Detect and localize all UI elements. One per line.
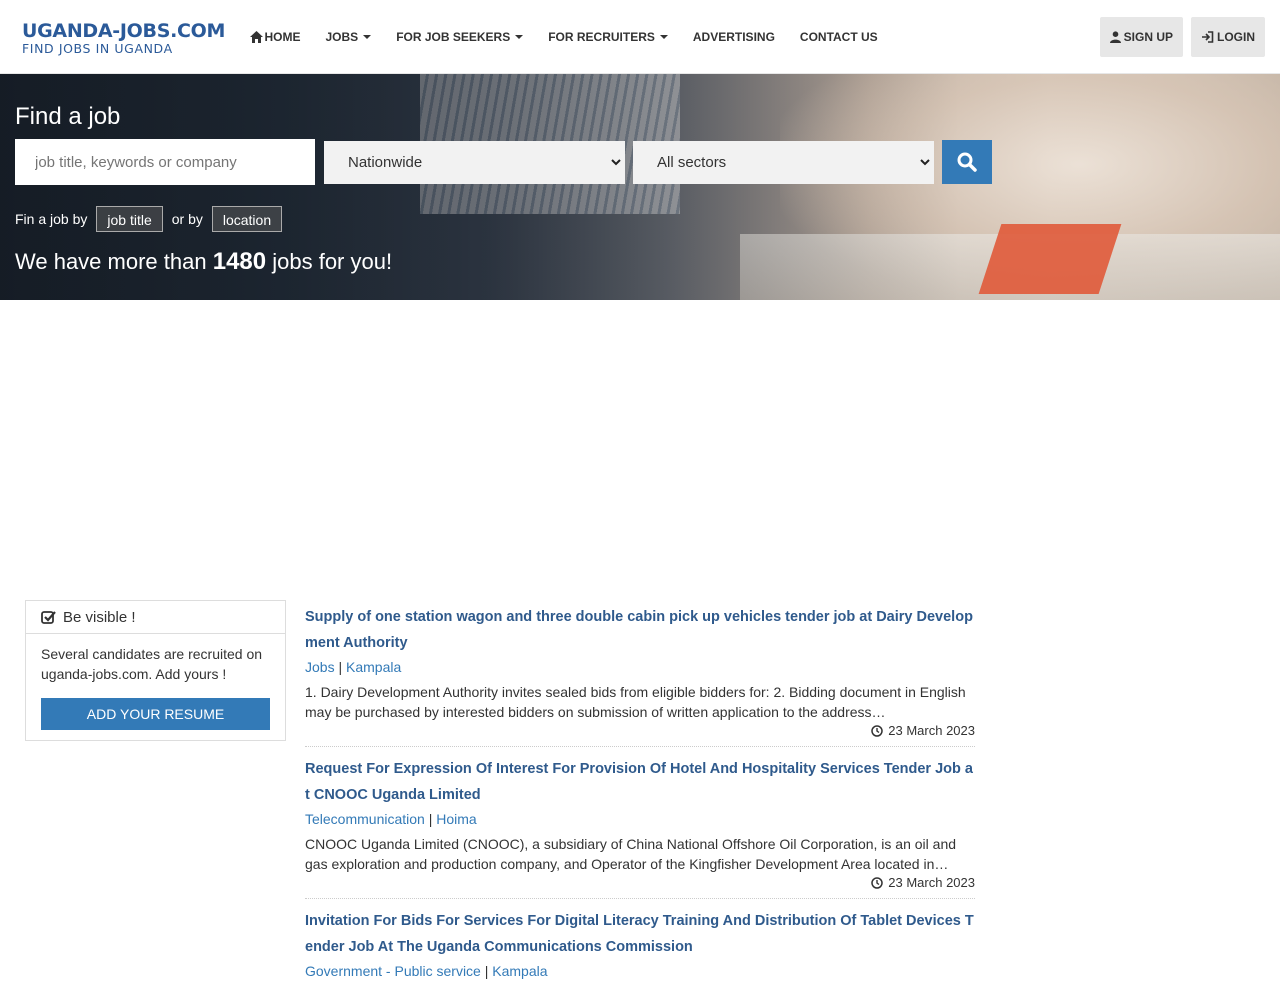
clock-icon xyxy=(871,725,884,737)
nav-recruiters[interactable]: FOR RECRUITERS xyxy=(536,30,681,44)
nav-contact[interactable]: CONTACT US xyxy=(787,30,890,44)
signup-label: SIGN UP xyxy=(1123,30,1173,44)
chevron-down-icon xyxy=(920,159,930,166)
location-select-value: Nationwide xyxy=(348,154,423,171)
list-item: Invitation For Bids For Services For Dig… xyxy=(305,908,975,987)
checkbox-checked-icon xyxy=(41,610,56,624)
panel-header: Be visible ! xyxy=(26,601,285,634)
logo-main-text: UGANDA-JOBS.COM xyxy=(22,20,226,42)
job-date: 23 March 2023 xyxy=(305,874,975,892)
nav-contact-label: CONTACT US xyxy=(799,29,878,44)
job-description: 1. Dairy Development Authority invites s… xyxy=(305,684,966,720)
chevron-down-icon xyxy=(611,159,621,166)
be-visible-panel: Be visible ! Several candidates are recr… xyxy=(25,600,286,741)
job-count-value: 1480 xyxy=(212,248,267,275)
job-meta: Government - Public service | Kampala xyxy=(305,963,548,979)
signup-button[interactable]: SIGN UP xyxy=(1099,17,1183,57)
user-icon xyxy=(1109,31,1121,43)
job-location-link[interactable]: Hoima xyxy=(436,811,476,827)
nav-advertising-label: ADVERTISING xyxy=(692,29,775,44)
nav-jobs-label: JOBS xyxy=(325,29,359,44)
job-title-link[interactable]: Request For Expression Of Interest For P… xyxy=(305,756,975,808)
auth-buttons: SIGN UP LOGIN xyxy=(1099,17,1265,57)
find-by-location-button[interactable]: location xyxy=(211,206,283,232)
list-item: Request For Expression Of Interest For P… xyxy=(305,756,975,899)
nav-job-seekers-label: FOR JOB SEEKERS xyxy=(396,29,511,44)
sector-select[interactable]: All sectors xyxy=(633,141,934,184)
job-count-line: We have more than 1480 jobs for you! xyxy=(15,248,392,276)
login-label: LOGIN xyxy=(1217,30,1255,44)
find-by-or: or by xyxy=(171,211,203,227)
site-header: UGANDA-JOBS.COM FIND JOBS IN UGANDA HOME… xyxy=(0,0,1280,74)
job-category-link[interactable]: Government - Public service xyxy=(305,963,481,979)
caret-down-icon xyxy=(363,34,372,39)
nav-jobs[interactable]: JOBS xyxy=(313,30,384,44)
panel-text: Several candidates are recruited on ugan… xyxy=(41,646,263,682)
main-nav: HOME JOBS FOR JOB SEEKERS FOR RECRUITERS… xyxy=(237,0,890,73)
search-icon xyxy=(957,152,977,172)
panel-title: Be visible ! xyxy=(63,608,136,626)
login-icon xyxy=(1202,31,1214,43)
job-search-input[interactable] xyxy=(15,139,315,185)
location-select[interactable]: Nationwide xyxy=(324,141,625,184)
logo-tagline: FIND JOBS IN UGANDA xyxy=(22,41,173,56)
hero-banner: Find a job Nationwide All sectors Fin a … xyxy=(0,74,1280,300)
home-icon xyxy=(249,30,263,43)
job-date-text: 23 March 2023 xyxy=(888,875,975,890)
find-by-title-button[interactable]: job title xyxy=(96,206,163,232)
job-count-prefix: We have more than xyxy=(15,249,207,274)
job-category-link[interactable]: Telecommunication xyxy=(305,811,425,827)
job-location-link[interactable]: Kampala xyxy=(346,659,401,675)
job-list: Supply of one station wagon and three do… xyxy=(305,604,975,996)
find-by-prefix: Fin a job by xyxy=(15,211,88,227)
caret-down-icon xyxy=(659,34,668,39)
nav-home-label: HOME xyxy=(264,29,301,44)
list-item: Supply of one station wagon and three do… xyxy=(305,604,975,747)
site-logo[interactable]: UGANDA-JOBS.COM FIND JOBS IN UGANDA xyxy=(22,20,225,56)
job-location-link[interactable]: Kampala xyxy=(492,963,547,979)
sector-select-value: All sectors xyxy=(657,154,727,171)
find-by-row: Fin a job by job title or by location xyxy=(15,206,283,232)
job-meta: Jobs | Kampala xyxy=(305,659,402,675)
job-category-link[interactable]: Jobs xyxy=(305,659,335,675)
nav-job-seekers[interactable]: FOR JOB SEEKERS xyxy=(384,30,536,44)
nav-home[interactable]: HOME xyxy=(237,30,313,44)
search-button[interactable] xyxy=(942,140,992,184)
hero-title: Find a job xyxy=(15,103,121,130)
clock-icon xyxy=(871,877,884,889)
nav-recruiters-label: FOR RECRUITERS xyxy=(548,29,655,44)
nav-advertising[interactable]: ADVERTISING xyxy=(680,30,787,44)
caret-down-icon xyxy=(515,34,524,39)
job-title-link[interactable]: Supply of one station wagon and three do… xyxy=(305,604,975,656)
job-date-text: 23 March 2023 xyxy=(888,723,975,738)
job-date: 23 March 2023 xyxy=(305,722,975,740)
add-resume-button[interactable]: ADD YOUR RESUME xyxy=(41,698,270,730)
job-count-suffix: jobs for you! xyxy=(272,249,393,274)
login-button[interactable]: LOGIN xyxy=(1191,17,1265,57)
job-title-link[interactable]: Invitation For Bids For Services For Dig… xyxy=(305,908,975,960)
job-meta: Telecommunication | Hoima xyxy=(305,811,477,827)
job-description: CNOOC Uganda Limited (CNOOC), a subsidia… xyxy=(305,836,957,872)
